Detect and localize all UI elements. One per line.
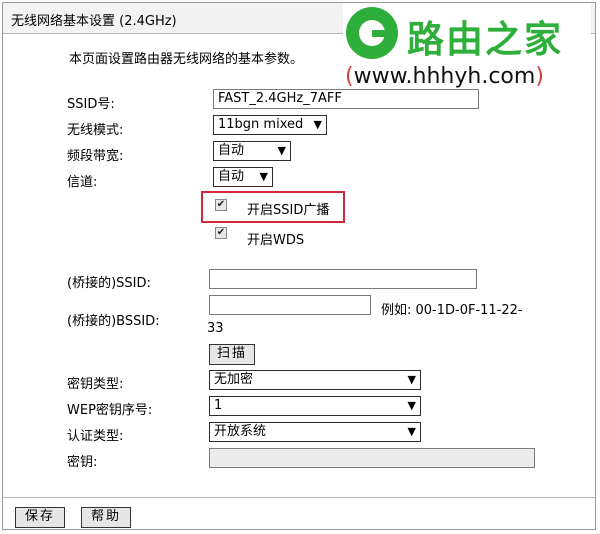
chevron-down-icon: ▼ [259,170,268,183]
channel-label: 信道: [67,175,98,190]
logo-url: (www.hhhyh.com) [345,64,544,89]
bandwidth-select[interactable]: 自动 ▼ [213,141,291,161]
intro-text: 本页面设置路由器无线网络的基本参数。 [69,52,304,67]
bridge-bssid-input[interactable] [209,295,371,315]
auth-type-label: 认证类型: [67,429,124,444]
chevron-down-icon: ▼ [277,144,286,157]
wep-index-select-value: 1 [214,398,223,413]
auth-type-select[interactable]: 开放系统 ▼ [209,422,421,442]
mode-select-value: 11bgn mixed [218,117,304,132]
settings-panel: 无线网络基本设置 (2.4GHz) 路由之家 (www.hhhyh.com) 本… [2,2,596,530]
logo-name: 路由之家 [407,18,563,61]
logo-url-text: www.hhhyh.com [353,64,536,89]
mode-select[interactable]: 11bgn mixed ▼ [213,115,327,135]
wds-checkbox[interactable]: ✔ [215,227,227,239]
page-title: 无线网络基本设置 (2.4GHz) [11,14,177,29]
key-label: 密钥: [67,455,98,470]
chevron-down-icon: ▼ [407,399,416,412]
key-type-label: 密钥类型: [67,377,124,392]
ssid-broadcast-label: 开启SSID广播 [247,203,330,218]
logo-e-icon [346,7,398,59]
bridge-ssid-input[interactable] [209,269,477,289]
channel-select[interactable]: 自动 ▼ [213,167,273,187]
key-type-select-value: 无加密 [214,372,254,387]
bridge-ssid-label: (桥接的)SSID: [67,276,151,291]
logo-url-open-paren: ( [345,64,354,89]
ssid-input[interactable]: FAST_2.4GHz_7AFF [213,89,479,109]
chevron-down-icon: ▼ [313,118,322,131]
key-type-select[interactable]: 无加密 ▼ [209,370,421,390]
footer-divider [3,497,595,498]
wep-index-select[interactable]: 1 ▼ [209,396,421,416]
wep-index-label: WEP密钥序号: [67,403,153,418]
logo-url-close-paren: ) [535,64,544,89]
bridge-bssid-label: (桥接的)BSSID: [67,314,160,329]
key-input[interactable] [209,448,535,468]
mode-label: 无线模式: [67,123,124,138]
ssid-label: SSID号: [67,97,115,112]
chevron-down-icon: ▼ [407,373,416,386]
help-button[interactable]: 帮助 [81,507,131,528]
bandwidth-label: 频段带宽: [67,149,124,164]
auth-type-select-value: 开放系统 [214,424,267,439]
ssid-broadcast-checkbox[interactable]: ✔ [215,199,227,211]
save-button[interactable]: 保存 [15,507,65,528]
scan-button[interactable]: 扫描 [209,344,255,365]
bandwidth-select-value: 自动 [218,143,245,158]
bssid-example-text: 例如: 00-1D-0F-11-22- [381,303,523,318]
watermark-logo: 路由之家 (www.hhhyh.com) [343,3,591,97]
bssid-example-continued: 33 [207,321,224,336]
wds-label: 开启WDS [247,233,305,248]
chevron-down-icon: ▼ [407,425,416,438]
channel-select-value: 自动 [218,169,245,184]
